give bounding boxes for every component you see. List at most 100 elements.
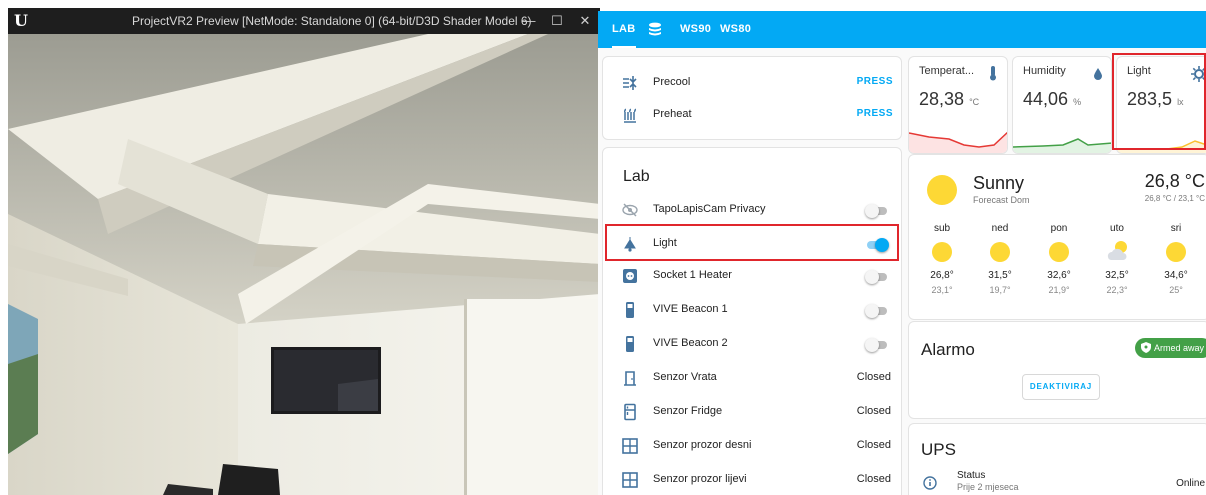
forecast-high: 34,6° xyxy=(1164,270,1188,281)
home-assistant-dashboard: LAB WS90 WS80 Precool PRESS Preheat PRES… xyxy=(598,11,1206,495)
window-icon xyxy=(622,472,638,488)
entity-row[interactable]: Socket 1 Heater xyxy=(603,260,901,292)
alarmo-card: Alarmo Armed away DEAKTIVIRAJ xyxy=(908,321,1206,419)
ups-status-time: Prije 2 mjeseca xyxy=(957,482,1019,492)
card-title: UPS xyxy=(921,440,956,459)
entity-row[interactable]: VIVE Beacon 1 xyxy=(603,294,901,326)
shield-icon xyxy=(1141,342,1151,353)
temperature-range: 26,8 °C / 23,1 °C xyxy=(1144,194,1205,203)
scripts-card: Precool PRESS Preheat PRESS xyxy=(602,56,902,140)
list-item: Precool PRESS xyxy=(603,67,901,99)
top-tab-bar: LAB WS90 WS80 xyxy=(598,11,1206,48)
current-temperature: 26,8 °C xyxy=(1144,171,1205,191)
eye-off-icon xyxy=(622,203,638,217)
forecast-day: sri xyxy=(1170,223,1182,234)
forecast-high: 32,5° xyxy=(1105,270,1129,281)
minimize-button[interactable]: — xyxy=(518,10,540,32)
preheat-press-button[interactable]: PRESS xyxy=(857,108,893,119)
weather-forecast-card[interactable]: Sunny Forecast Dom 26,8 °C 26,8 °C / 23,… xyxy=(908,154,1206,320)
status-badge: Armed away xyxy=(1135,338,1206,358)
card-title: Lab xyxy=(623,168,650,185)
water-drop-icon xyxy=(1094,68,1102,80)
forecast-day: pon xyxy=(1050,223,1068,234)
sunny-icon xyxy=(1166,242,1186,262)
close-button[interactable]: ✕ xyxy=(574,10,596,32)
maximize-button[interactable]: ☐ xyxy=(546,10,568,32)
temperature-sensor-card[interactable]: Temperat... 28,38 °C xyxy=(908,56,1008,154)
tab-ws90[interactable]: WS90 xyxy=(680,11,711,48)
tab-lab[interactable]: LAB xyxy=(612,11,636,48)
forecast-low: 25° xyxy=(1169,285,1183,295)
forecast-low: 22,3° xyxy=(1106,285,1128,295)
beacon-icon xyxy=(626,302,634,318)
entity-row[interactable]: VIVE Beacon 2 xyxy=(603,328,901,360)
sensor-name: Humidity xyxy=(1023,65,1066,77)
entity-state: Closed xyxy=(856,371,891,383)
sensor-unit: °C xyxy=(969,97,980,107)
ups-status-label: Status xyxy=(957,470,986,481)
humidity-sparkline xyxy=(1013,138,1111,153)
forecast-high: 26,8° xyxy=(930,270,954,281)
ups-card: UPS Status Prije 2 mjeseca Online xyxy=(908,423,1206,495)
sunny-icon xyxy=(927,175,957,205)
forecast-day: sub xyxy=(933,223,951,234)
3d-viewport[interactable] xyxy=(8,34,600,495)
sunny-icon xyxy=(1049,242,1069,262)
entity-state: Closed xyxy=(856,439,891,451)
status-badge-label: Armed away xyxy=(1154,343,1205,353)
precool-press-button[interactable]: PRESS xyxy=(857,76,893,87)
deaktiviraj-button[interactable]: DEAKTIVIRAJ xyxy=(1022,374,1100,400)
entity-state: Closed xyxy=(856,405,891,417)
forecast-day: ned xyxy=(991,223,1009,234)
unreal-preview-window: U ProjectVR2 Preview [NetMode: Standalon… xyxy=(0,0,600,495)
sensor-unit: % xyxy=(1073,97,1082,107)
entity-label: VIVE Beacon 2 xyxy=(653,337,728,349)
forecast-high: 32,6° xyxy=(1047,270,1071,281)
thermometer-icon xyxy=(990,66,996,81)
toggle-switch[interactable] xyxy=(865,270,889,284)
light-row-highlight xyxy=(605,224,899,261)
humidity-sensor-card[interactable]: Humidity 44,06 % xyxy=(1012,56,1112,154)
entity-row[interactable]: Senzor Fridge Closed xyxy=(603,396,901,428)
sunny-icon xyxy=(990,242,1010,262)
ups-status-value: Online xyxy=(1176,478,1205,489)
weather-location: Forecast Dom xyxy=(973,195,1030,205)
forecast-low: 23,1° xyxy=(931,285,953,295)
temperature-sparkline xyxy=(909,131,1007,153)
script-label: Precool xyxy=(653,76,691,88)
entity-label: TapoLapisCam Privacy xyxy=(653,203,766,215)
fridge-icon xyxy=(624,403,636,421)
window-icon xyxy=(622,438,638,454)
entity-label: Senzor prozor lijevi xyxy=(653,473,747,485)
sensor-value: 28,38 xyxy=(919,89,965,109)
database-icon[interactable] xyxy=(648,11,664,48)
window-titlebar[interactable]: U ProjectVR2 Preview [NetMode: Standalon… xyxy=(8,8,600,34)
entity-label: Socket 1 Heater xyxy=(653,269,732,281)
entity-label: VIVE Beacon 1 xyxy=(653,303,728,315)
toggle-switch[interactable] xyxy=(865,304,889,318)
air-conditioner-icon xyxy=(623,76,637,90)
toggle-switch[interactable] xyxy=(865,338,889,352)
weather-condition: Sunny xyxy=(973,173,1025,193)
entity-row[interactable]: Senzor prozor desni Closed xyxy=(603,430,901,462)
power-socket-icon xyxy=(623,269,637,283)
sunny-icon xyxy=(932,242,952,262)
entity-label: Senzor Vrata xyxy=(653,371,717,383)
forecast-low: 19,7° xyxy=(989,285,1011,295)
list-item: Preheat PRESS xyxy=(603,99,901,131)
entity-label: Senzor Fridge xyxy=(653,405,723,417)
card-title: Alarmo xyxy=(921,340,975,359)
tab-ws80[interactable]: WS80 xyxy=(720,11,751,48)
forecast-low: 21,9° xyxy=(1048,285,1070,295)
sensor-value: 44,06 xyxy=(1023,89,1069,109)
light-sensor-highlight xyxy=(1112,53,1206,150)
entity-row[interactable]: Senzor Vrata Closed xyxy=(603,362,901,394)
entity-row[interactable]: TapoLapisCam Privacy xyxy=(603,194,901,226)
sensor-name: Temperat... xyxy=(919,65,975,77)
beacon-icon xyxy=(626,336,634,352)
entity-label: Senzor prozor desni xyxy=(653,439,752,451)
entity-row[interactable]: Senzor prozor lijevi Closed xyxy=(603,464,901,495)
forecast-high: 31,5° xyxy=(988,270,1012,281)
toggle-switch[interactable] xyxy=(865,204,889,218)
entity-state: Closed xyxy=(856,473,891,485)
